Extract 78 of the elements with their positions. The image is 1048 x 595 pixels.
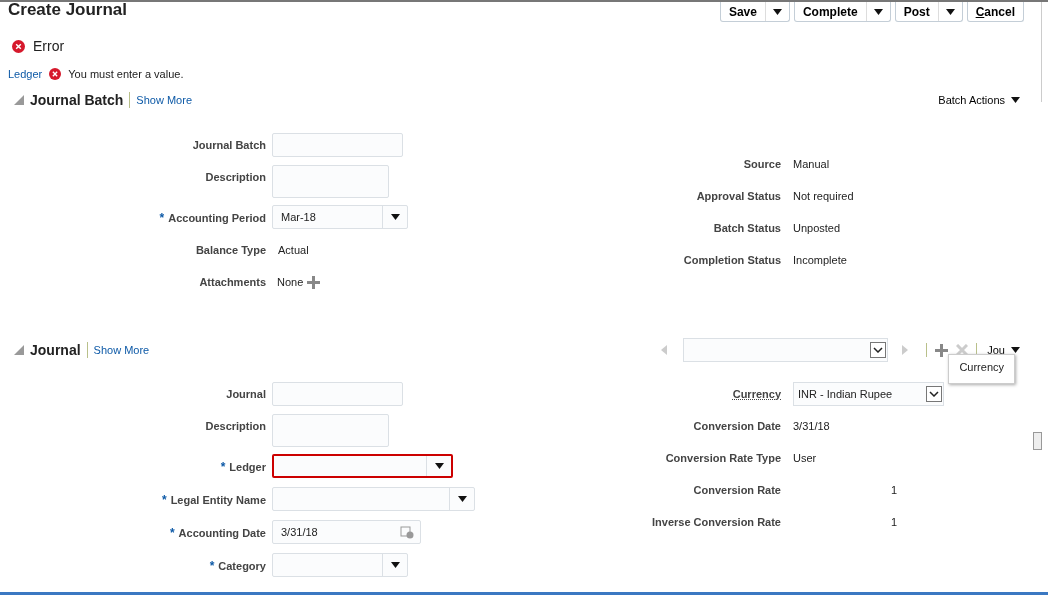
plus-icon[interactable]	[307, 276, 321, 289]
section-title: Journal Batch	[30, 92, 131, 108]
field-value: Manual	[792, 157, 830, 170]
actions-menu[interactable]: Jou	[987, 344, 1020, 356]
caret-icon	[945, 8, 955, 15]
close-icon[interactable]	[956, 344, 969, 356]
field-label: Inverse Conversion Rate	[651, 515, 782, 528]
caret-icon	[1011, 347, 1020, 353]
journal-selector[interactable]	[683, 338, 889, 362]
show-more-link[interactable]: Show More	[136, 94, 192, 106]
field-label: * Category	[208, 558, 267, 573]
required-icon: *	[209, 559, 215, 573]
caret-icon	[434, 463, 444, 469]
field-label: Currency	[731, 387, 782, 400]
field-value: 1	[889, 515, 897, 528]
field-label: Balance Type	[194, 243, 267, 256]
calendar-icon[interactable]	[400, 525, 414, 539]
required-icon: *	[169, 526, 175, 540]
plus-icon[interactable]	[935, 343, 949, 357]
caret-icon	[772, 8, 782, 15]
field-label: Journal	[225, 387, 267, 400]
date-field[interactable]: 3/31/18	[272, 520, 421, 544]
previous-icon[interactable]	[661, 345, 668, 355]
field-value: 1	[889, 483, 897, 496]
page-title: Create Journal	[8, 2, 128, 18]
field-value: Unposted	[792, 221, 841, 234]
caret-icon	[390, 562, 400, 568]
collapse-triangle-icon[interactable]	[14, 95, 24, 105]
field-link[interactable]: Ledger	[8, 68, 43, 80]
section-title: Journal	[30, 342, 88, 358]
field-label: * Ledger	[219, 459, 267, 474]
field-label: Journal Batch	[191, 138, 267, 151]
chevron-down-icon	[873, 347, 884, 353]
tooltip: Currency	[948, 354, 1015, 384]
collapse-triangle-icon[interactable]	[14, 345, 24, 355]
field-label: Conversion Rate	[692, 483, 782, 496]
required-icon: *	[220, 460, 226, 474]
field-label: Conversion Rate Type	[664, 451, 782, 464]
next-icon[interactable]	[902, 345, 909, 355]
required-icon: *	[161, 493, 167, 507]
required-icon: *	[159, 211, 165, 225]
error-icon	[49, 68, 62, 80]
dropdown-field[interactable]	[272, 454, 453, 478]
error-message: You must enter a value.	[68, 68, 184, 80]
field-label: * Legal Entity Name	[160, 492, 267, 507]
text-area[interactable]	[272, 165, 389, 198]
action-button[interactable]: Cancel	[967, 2, 1023, 21]
field-value: Incomplete	[792, 253, 847, 266]
currency-dropdown[interactable]: INR - Indian Rupee	[793, 382, 944, 406]
error-heading: Error	[33, 38, 65, 54]
caret-icon	[1011, 97, 1020, 103]
field-label: Description	[204, 419, 267, 432]
error-icon	[12, 39, 25, 53]
field-label: Description	[204, 170, 267, 183]
text-area[interactable]	[272, 414, 389, 447]
field-label: * Accounting Date	[168, 525, 267, 540]
chevron-down-icon	[929, 391, 939, 397]
field-value: 3/31/18	[792, 419, 830, 432]
field-label: Conversion Date	[692, 419, 782, 432]
field-label: * Accounting Period	[158, 210, 267, 225]
field-label: Completion Status	[682, 253, 782, 266]
field-value: Actual	[277, 243, 309, 256]
caret-icon	[457, 496, 467, 502]
field-label: Source	[742, 157, 782, 170]
caret-icon	[390, 214, 400, 220]
field-value: User	[792, 451, 817, 464]
field-value: Not required	[792, 189, 854, 202]
text-field[interactable]	[272, 133, 403, 157]
field-label: Approval Status	[695, 189, 782, 202]
text-field[interactable]	[272, 382, 403, 406]
actions-menu[interactable]: Batch Actions	[938, 94, 1020, 106]
field-value: None	[276, 275, 304, 288]
field-label: Batch Status	[712, 221, 782, 234]
caret-icon	[873, 8, 883, 15]
panel-toggle[interactable]	[1033, 432, 1042, 450]
dropdown-field[interactable]: Mar-18	[272, 205, 408, 229]
show-more-link[interactable]: Show More	[93, 344, 150, 356]
field-label: Attachments	[198, 275, 267, 288]
